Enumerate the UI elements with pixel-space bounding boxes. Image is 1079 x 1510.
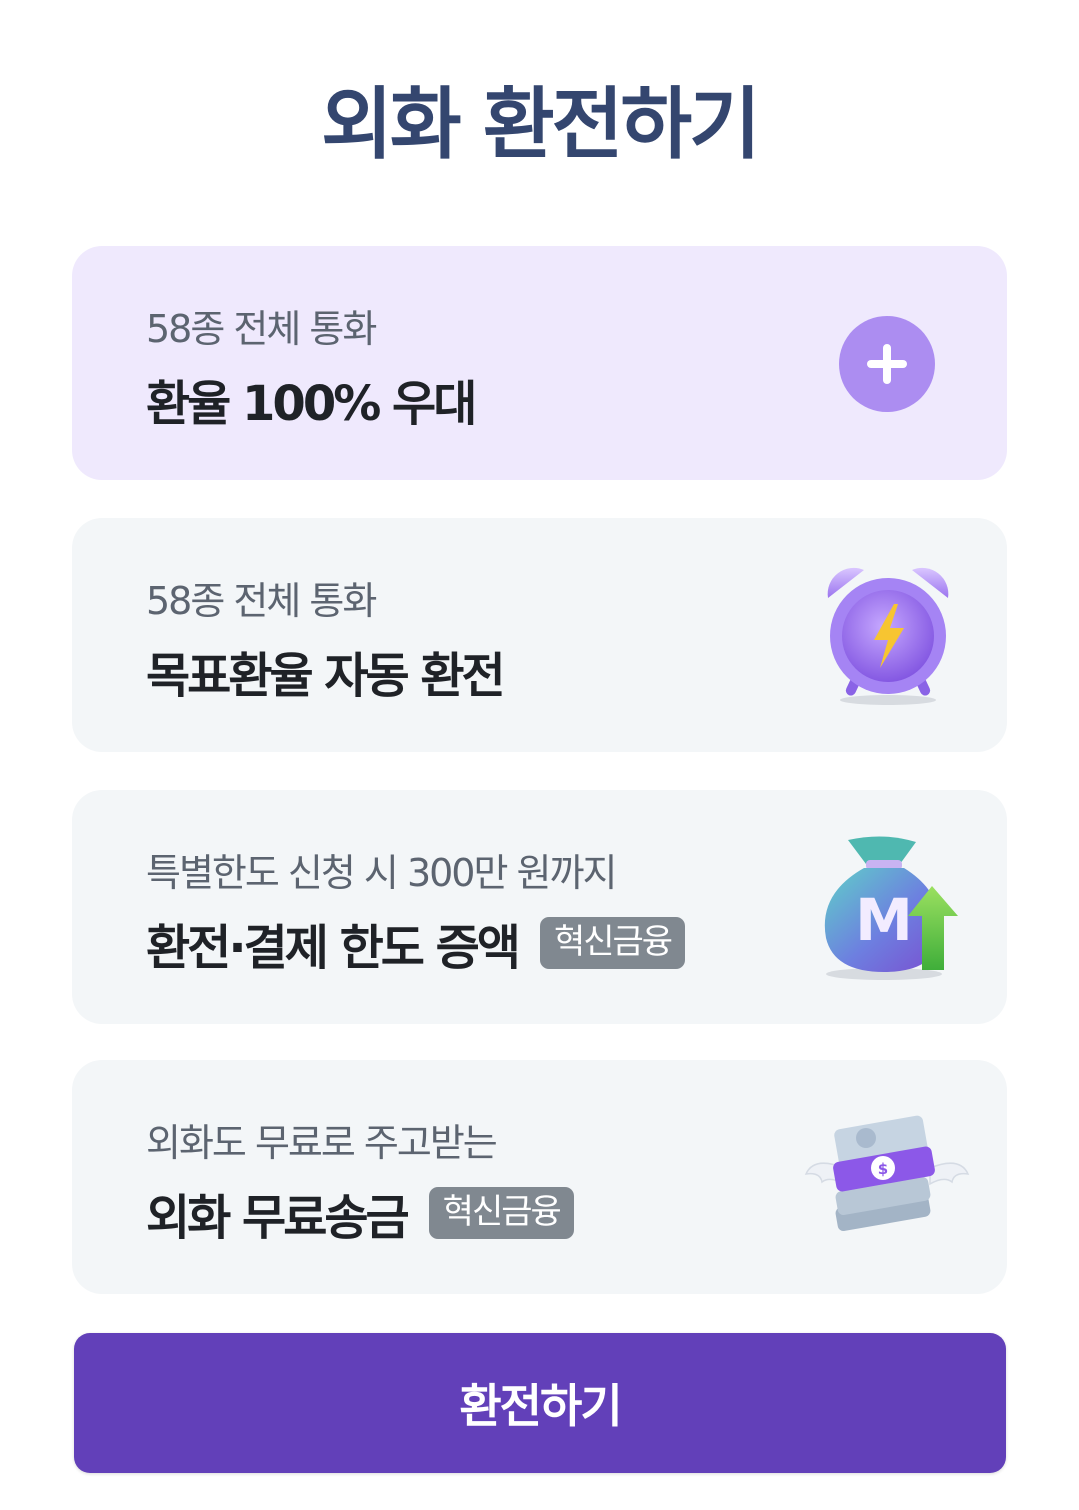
card-free-remittance[interactable]: 외화도 무료로 주고받는 외화 무료송금 혁신금융 $ [72, 1060, 1007, 1294]
card-title: 환율 100% 우대 [146, 364, 477, 434]
card-title-text: 목표환율 자동 환전 [146, 648, 506, 704]
card-subtitle: 특별한도 신청 시 300만 원까지 [146, 851, 617, 895]
card-subtitle: 58종 전체 통화 [146, 579, 377, 623]
page-title: 외화 환전하기 [321, 80, 761, 170]
exchange-button[interactable]: 환전하기 [74, 1333, 1006, 1473]
card-title: 외화 무료송금 혁신금융 [146, 1178, 574, 1248]
alarm-clock-icon [827, 567, 949, 705]
flying-money-icon: $ [804, 1115, 970, 1232]
innovation-finance-badge: 혁신금융 [428, 1186, 574, 1240]
exchange-page: 외화 환전하기 58종 전체 통화 환율 100% 우대 58종 전체 통화 목… [0, 0, 1079, 1510]
card-title-text: 환율 100% 우대 [146, 376, 477, 432]
card-title: 환전·결제 한도 증액 혁신금융 [146, 908, 686, 978]
money-bag-up-icon: M [824, 836, 958, 980]
card-target-rate-auto-exchange[interactable]: 58종 전체 통화 목표환율 자동 환전 [72, 518, 1007, 752]
card-title-text: 외화 무료송금 [146, 1190, 410, 1246]
card-rate-preference[interactable]: 58종 전체 통화 환율 100% 우대 [72, 246, 1007, 480]
card-subtitle: 58종 전체 통화 [146, 307, 377, 351]
card-subtitle: 외화도 무료로 주고받는 [146, 1121, 498, 1165]
plus-icon[interactable] [839, 316, 935, 412]
card-limit-increase[interactable]: 특별한도 신청 시 300만 원까지 환전·결제 한도 증액 혁신금융 M [72, 790, 1007, 1024]
svg-text:M: M [855, 886, 913, 954]
card-title-text: 환전·결제 한도 증액 [146, 920, 521, 976]
card-title: 목표환율 자동 환전 [146, 636, 506, 706]
innovation-finance-badge: 혁신금융 [539, 916, 686, 970]
svg-text:$: $ [878, 1160, 888, 1178]
